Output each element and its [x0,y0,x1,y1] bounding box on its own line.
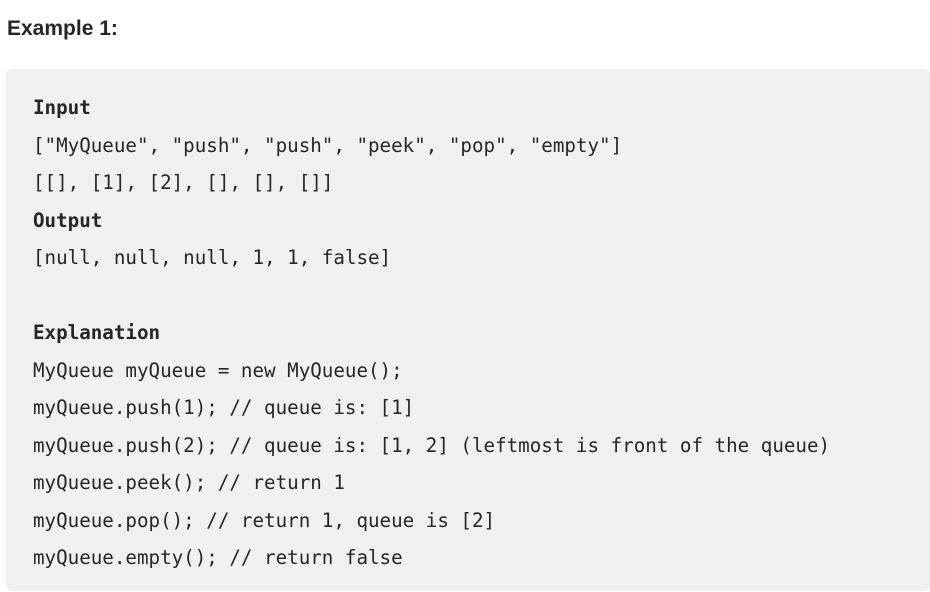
input-line-arguments: [[], [1], [2], [], [], []] [33,171,334,194]
output-line: [null, null, null, 1, 1, false] [33,246,392,269]
example-code-block: Input ["MyQueue", "push", "push", "peek"… [6,69,930,591]
example-title: Example 1: [7,17,118,40]
explanation-line-pop: myQueue.pop(); // return 1, queue is [2] [33,508,496,532]
output-label: Output [33,208,103,232]
input-line-operations: ["MyQueue", "push", "push", "peek", "pop… [33,133,623,157]
explanation-line-constructor: MyQueue myQueue = new MyQueue(); [33,358,403,382]
explanation-line-empty: myQueue.empty(); // return false [33,546,403,569]
explanation-line-peek: myQueue.peek(); // return 1 [33,471,345,494]
input-label: Input [33,96,91,119]
explanation-line-push-1: myQueue.push(1); // queue is: [1] [33,396,415,419]
explanation-label: Explanation [33,321,161,344]
explanation-line-push-2: myQueue.push(2); // queue is: [1, 2] (le… [33,433,831,457]
